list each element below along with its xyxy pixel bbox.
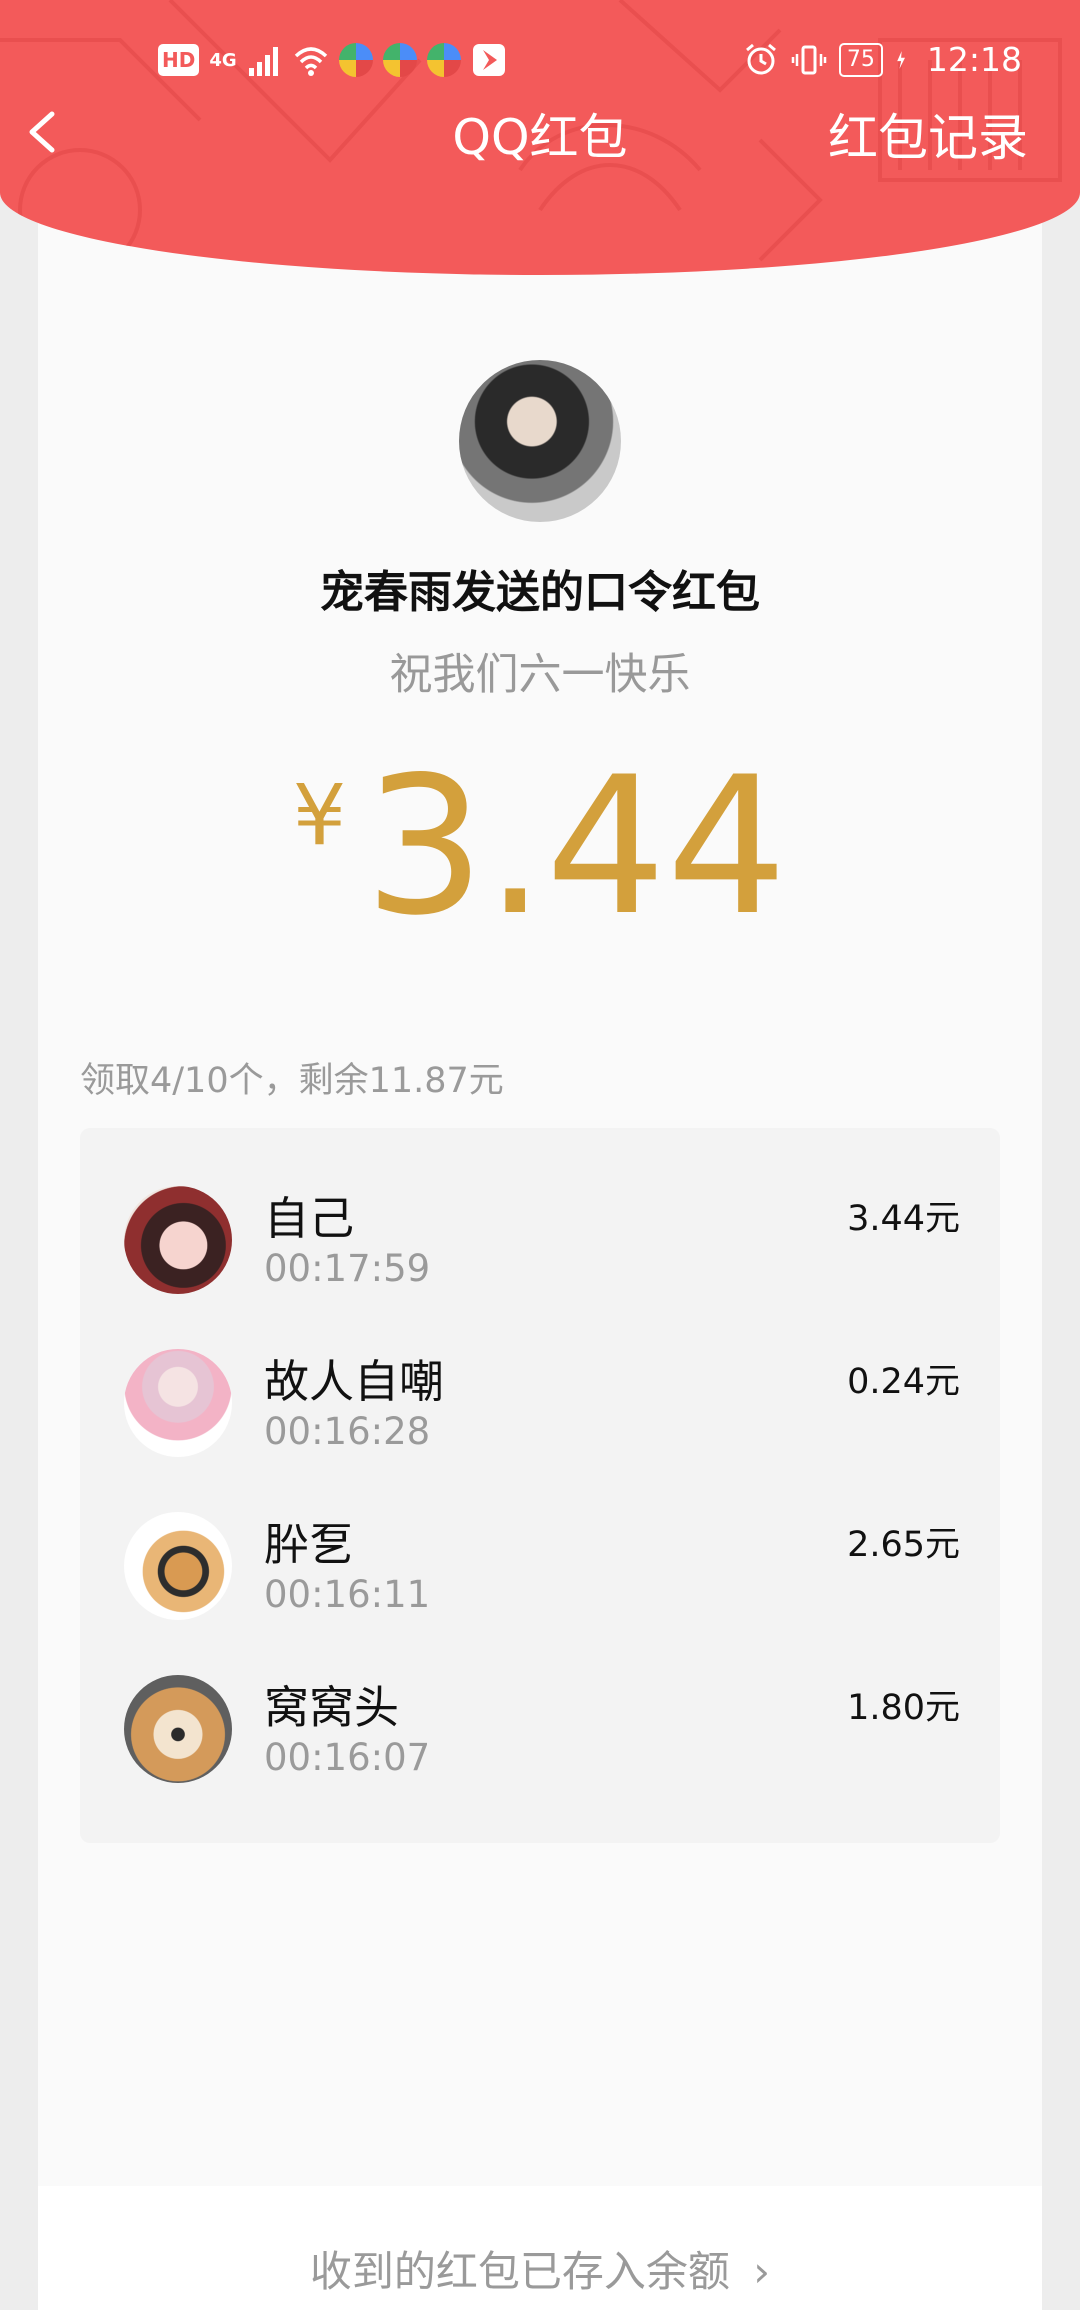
claimer-name: 肸乭 <box>264 1518 355 1571</box>
status-bar: HD 4G 75 12:18 <box>0 36 1080 88</box>
avatar[interactable] <box>124 1186 232 1294</box>
network-label: 4G <box>209 49 237 71</box>
app-icon <box>338 43 373 77</box>
notification-icon <box>472 44 505 76</box>
claim-amount: 2.65元 <box>847 1525 960 1565</box>
vibrate-icon <box>791 45 827 74</box>
claim-time: 00:16:11 <box>264 1573 431 1616</box>
claim-summary: 领取4/10个，剩余11.87元 <box>80 1061 504 1101</box>
sender-title: 宠春雨发送的口令红包 <box>320 567 760 618</box>
avatar[interactable] <box>124 1349 232 1457</box>
balance-link-text: 收到的红包已存入余额 <box>309 2247 730 2296</box>
claimer-name: 窝窝头 <box>264 1681 400 1734</box>
battery-icon: 75 <box>838 42 883 77</box>
list-item[interactable]: 窝窝头 00:16:07 1.80元 <box>80 1617 1000 1783</box>
app-icon <box>426 43 461 77</box>
chevron-right-icon: › <box>753 2247 771 2296</box>
red-packet-history-button[interactable]: 红包记录 <box>828 98 1028 170</box>
balance-link[interactable]: 收到的红包已存入余额 › <box>0 2238 1080 2299</box>
list-item[interactable]: 自己 00:17:59 3.44元 <box>80 1128 1000 1294</box>
hd-icon: HD <box>158 44 200 76</box>
currency-symbol: ¥ <box>292 766 347 864</box>
claim-time: 00:16:28 <box>264 1410 431 1453</box>
list-item[interactable]: 肸乭 00:16:11 2.65元 <box>80 1454 1000 1620</box>
charging-icon <box>897 50 905 69</box>
received-amount: ¥3.44 <box>0 752 1080 942</box>
claims-list: 自己 00:17:59 3.44元 故人自嘲 00:16:28 0.24元 肸乭… <box>80 1128 1000 1843</box>
status-time: 12:18 <box>926 40 1022 79</box>
claim-time: 00:17:59 <box>264 1247 431 1290</box>
claim-amount: 1.80元 <box>847 1688 960 1728</box>
claim-amount: 3.44元 <box>847 1199 960 1239</box>
list-item[interactable]: 故人自嘲 00:16:28 0.24元 <box>80 1291 1000 1457</box>
header-banner: HD 4G 75 12:18 QQ红包 红包记录 <box>0 0 1080 275</box>
wifi-icon <box>294 47 327 76</box>
status-right: 75 12:18 <box>743 40 1022 79</box>
status-left: HD 4G <box>158 42 507 78</box>
sender-avatar[interactable] <box>459 360 621 522</box>
claim-time: 00:16:07 <box>264 1736 431 1779</box>
packet-greeting: 祝我们六一快乐 <box>389 650 691 700</box>
signal-icon <box>248 47 278 76</box>
amount-value: 3.44 <box>364 736 788 957</box>
alarm-icon <box>745 43 776 74</box>
claimer-name: 自己 <box>264 1192 355 1245</box>
claimer-name: 故人自嘲 <box>264 1355 445 1408</box>
app-icon <box>382 43 417 77</box>
avatar[interactable] <box>124 1675 232 1783</box>
claim-amount: 0.24元 <box>847 1362 960 1402</box>
avatar[interactable] <box>124 1512 232 1620</box>
